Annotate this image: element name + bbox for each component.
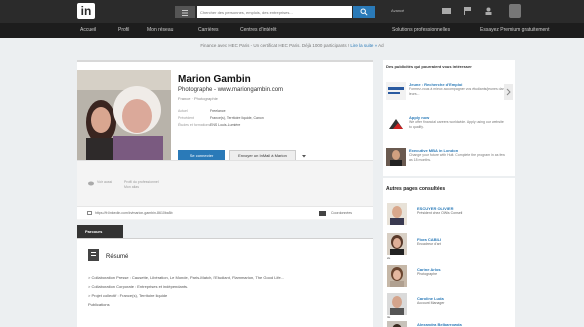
info-value-previous[interactable]: France(s), Territoire liquide, Canon: [210, 116, 264, 120]
profile-photo: [77, 70, 171, 163]
summary-document-icon: [88, 249, 99, 261]
person-role: Président chez OWis Conseil: [417, 211, 463, 215]
ad-text: Change your future with Hult. Complete t…: [409, 153, 505, 162]
info-value-education[interactable]: ENS Louis-Lumière: [210, 123, 240, 127]
banner-ad-label: Ad: [378, 43, 384, 48]
people-also-viewed: Autres pages consultées ESCUYER OLIVIER …: [383, 178, 515, 327]
info-label-education: Études et formations: [178, 123, 211, 127]
nav-home[interactable]: Accueil: [80, 27, 96, 33]
notifications-flag-icon[interactable]: [463, 7, 472, 15]
summary-title: Résumé: [106, 254, 129, 260]
nav-interests[interactable]: Centres d'intérêt: [240, 27, 277, 33]
view-also-text: Voir aussi: [97, 180, 113, 184]
ad-thumbnail[interactable]: [386, 148, 406, 166]
person-role: Encadreur d'art: [417, 242, 441, 246]
search-icon: [360, 8, 368, 16]
ad-text: Formez-vous à mieux accompagner vos étud…: [409, 87, 507, 96]
ad-thumbnail[interactable]: [386, 82, 406, 100]
public-profile-url[interactable]: https://fr.linkedin.com/in/marion-gambin…: [95, 211, 173, 215]
public-url-row: https://fr.linkedin.com/in/marion-gambin…: [77, 206, 373, 219]
contact-info-link[interactable]: Coordonnées: [331, 211, 352, 215]
ads-next-arrow[interactable]: [504, 84, 513, 100]
contact-card-icon: [319, 211, 326, 216]
profile-location: France · Photographie: [178, 96, 218, 101]
connection-degree-badge: 3e: [387, 315, 391, 319]
person-avatar[interactable]: [387, 233, 407, 255]
chevron-right-icon: [506, 88, 511, 96]
advanced-link[interactable]: Avancé: [391, 8, 404, 13]
person-role: Account Manager: [417, 301, 445, 305]
summary-paragraph: > Collaboration Presse : Causette, Libér…: [88, 275, 285, 280]
info-label-previous: Précédent: [178, 116, 194, 120]
profile-links-card: Voir aussi Profil du professionnel Mon a…: [77, 160, 373, 220]
ad-thumbnail[interactable]: [386, 115, 406, 133]
banner-text: Finance avec HEC Paris - Un certificat H…: [200, 43, 350, 48]
messages-icon[interactable]: [442, 7, 451, 15]
info-label-current: Actuel: [178, 109, 188, 113]
search-button[interactable]: [353, 6, 375, 18]
nav-business-solutions[interactable]: Solutions professionnelles: [392, 27, 450, 33]
people-also-viewed-title: Autres pages consultées: [386, 186, 446, 192]
view-link-alias[interactable]: Mon alias: [124, 185, 159, 190]
connection-degree-badge: 2e: [387, 256, 391, 260]
summary-section: Résumé > Collaboration Presse : Causette…: [77, 239, 373, 327]
person-avatar[interactable]: [387, 203, 407, 225]
linkedin-logo[interactable]: in: [77, 3, 95, 19]
banner-link[interactable]: Lire la suite »: [350, 43, 377, 48]
profile-card: Marion Gambin Photographe - www.marionga…: [77, 60, 440, 163]
person-avatar[interactable]: [387, 293, 407, 315]
nav-network[interactable]: Mon réseau: [147, 27, 173, 33]
eye-icon: [88, 181, 94, 186]
person-avatar[interactable]: [387, 265, 407, 287]
search-input[interactable]: [197, 6, 352, 18]
nav-premium[interactable]: Essayez Premium gratuitement: [480, 27, 549, 33]
summary-paragraph: > Projet collectif : France(s), Territoi…: [88, 293, 168, 298]
ad-banner: Finance avec HEC Paris - Un certificat H…: [0, 40, 584, 52]
info-value-current[interactable]: Freelance: [210, 109, 226, 113]
nav-careers[interactable]: Carrières: [198, 27, 219, 33]
view-also-links: Profil du professionnel Mon alias: [124, 180, 159, 190]
person-name[interactable]: Alexandra Belbarrowda: [417, 322, 462, 327]
url-icon: [87, 211, 92, 215]
summary-body: > Collaboration Presse : Causette, Libér…: [88, 275, 363, 311]
advanced-search-icon[interactable]: [175, 6, 195, 18]
ad-text: We offer financial careers worldwide. Ap…: [409, 120, 504, 129]
nav-profile[interactable]: Profil: [118, 27, 129, 33]
user-avatar[interactable]: [509, 4, 521, 18]
ads-title: Des publicités qui pourraient vous intér…: [386, 64, 472, 69]
main-nav: Accueil Profil Mon réseau Carrières Cent…: [0, 23, 584, 38]
ads-panel: Des publicités qui pourraient vous intér…: [383, 60, 515, 176]
summary-paragraph: Publications: [88, 302, 110, 307]
search-bar: [175, 6, 375, 18]
profile-name: Marion Gambin: [178, 74, 251, 85]
summary-paragraph: > Collaboration Corporate : Entreprises …: [88, 284, 189, 289]
top-navbar: in Avancé: [0, 0, 584, 23]
tab-background[interactable]: Parcours: [77, 225, 123, 238]
profile-headline: Photographe - www.mariongambin.com: [178, 87, 284, 93]
add-connections-icon[interactable]: [484, 7, 493, 15]
person-avatar[interactable]: [387, 321, 407, 327]
person-role: Photographe: [417, 272, 438, 276]
